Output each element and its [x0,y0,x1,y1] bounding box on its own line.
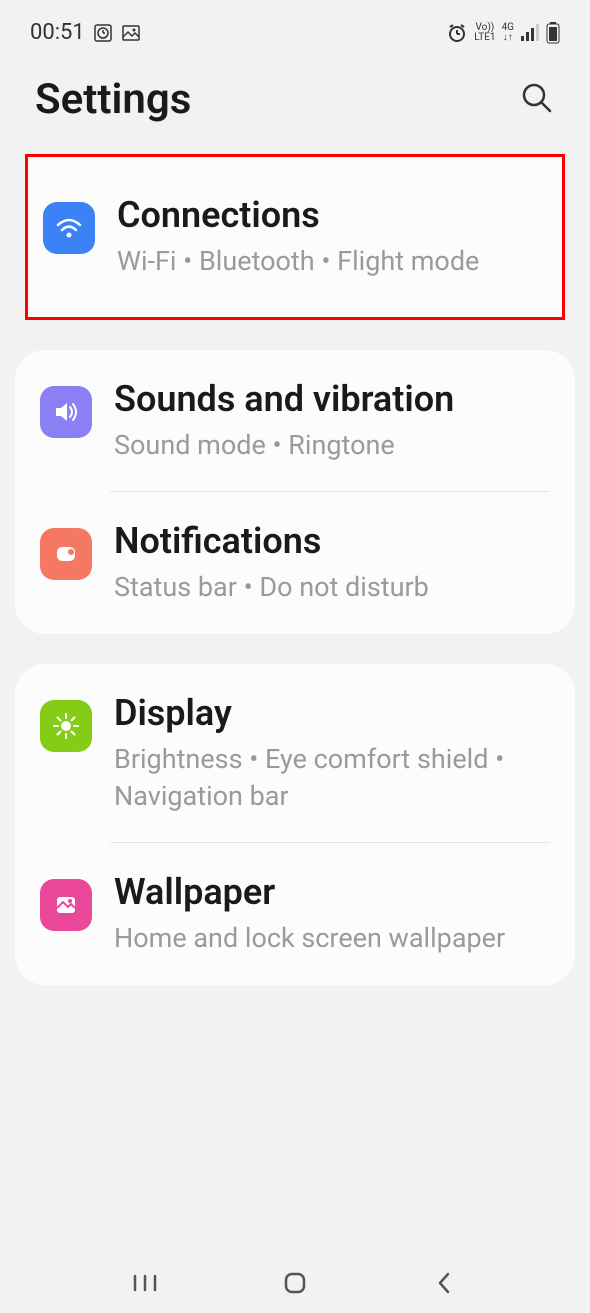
display-subtitle: Brightness • Eye comfort shield • Naviga… [114,741,550,814]
wallpaper-icon [40,879,92,931]
connections-text: Connections Wi-Fi • Bluetooth • Flight m… [117,194,547,280]
signal-icon [520,24,540,42]
connections-card: Connections Wi-Fi • Bluetooth • Flight m… [25,154,565,320]
battery-icon [546,22,560,44]
recents-button[interactable] [130,1268,160,1298]
search-icon[interactable] [519,80,555,120]
wallpaper-item[interactable]: Wallpaper Home and lock screen wallpaper [15,843,575,985]
notifications-subtitle: Status bar • Do not disturb [114,569,550,605]
wallpaper-text: Wallpaper Home and lock screen wallpaper [114,871,550,957]
display-wallpaper-card: Display Brightness • Eye comfort shield … [15,664,575,985]
notifications-icon [40,528,92,580]
connections-subtitle: Wi-Fi • Bluetooth • Flight mode [117,243,547,279]
status-right: Vo)) LTE1 4G ↓↑ [446,22,560,44]
display-title: Display [114,692,550,735]
volte-indicator: Vo)) LTE1 [474,23,495,43]
status-left: 00:51 [30,20,141,45]
wifi-icon [43,202,95,254]
alarm-icon [446,22,468,44]
notifications-title: Notifications [114,520,550,563]
sound-icon [40,386,92,438]
sounds-notifications-card: Sounds and vibration Sound mode • Ringto… [15,350,575,634]
sounds-item[interactable]: Sounds and vibration Sound mode • Ringto… [15,350,575,492]
sounds-subtitle: Sound mode • Ringtone [114,427,550,463]
header: Settings [0,55,590,154]
page-title: Settings [35,75,191,124]
sounds-title: Sounds and vibration [114,378,550,421]
status-bar: 00:51 Vo)) LTE1 4G ↓↑ [0,0,590,55]
picture-icon [121,23,141,43]
connections-title: Connections [117,194,547,237]
wallpaper-title: Wallpaper [114,871,550,914]
display-icon [40,700,92,752]
navigation-bar [0,1253,590,1313]
clock-app-icon [93,23,113,43]
display-item[interactable]: Display Brightness • Eye comfort shield … [15,664,575,842]
sounds-text: Sounds and vibration Sound mode • Ringto… [114,378,550,464]
back-button[interactable] [430,1268,460,1298]
home-button[interactable] [280,1268,310,1298]
status-time: 00:51 [30,20,85,45]
network-indicator: 4G ↓↑ [502,23,514,43]
display-text: Display Brightness • Eye comfort shield … [114,692,550,814]
notifications-item[interactable]: Notifications Status bar • Do not distur… [15,492,575,634]
wallpaper-subtitle: Home and lock screen wallpaper [114,920,550,956]
connections-item[interactable]: Connections Wi-Fi • Bluetooth • Flight m… [28,182,562,292]
notifications-text: Notifications Status bar • Do not distur… [114,520,550,606]
